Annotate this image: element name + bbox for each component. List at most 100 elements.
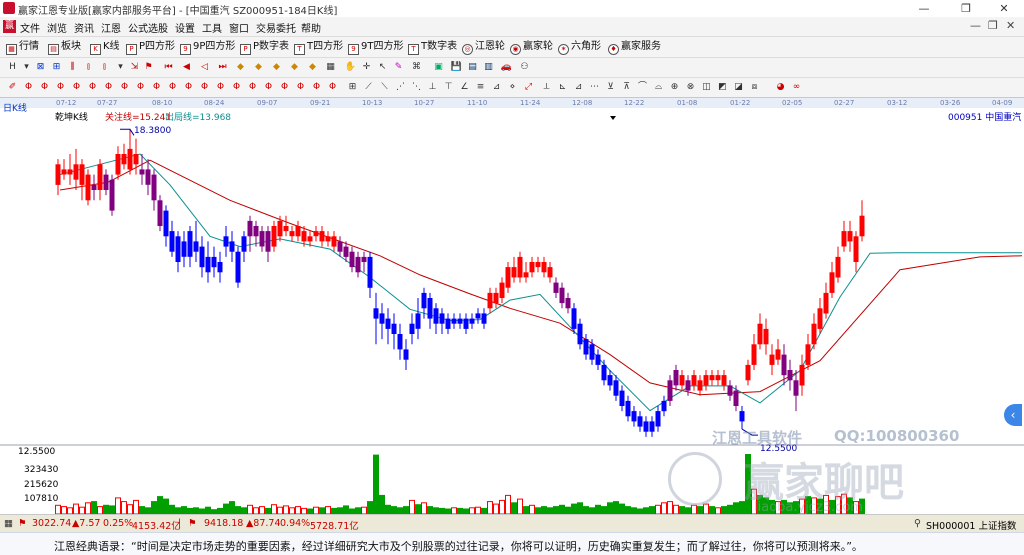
diamond2-icon[interactable]: ◆ xyxy=(252,61,265,74)
line15-icon[interactable]: ⋯ xyxy=(588,81,601,94)
menu-file[interactable]: 文件 xyxy=(20,20,40,35)
line20-icon[interactable]: ⊕ xyxy=(668,81,681,94)
mdi-restore-button[interactable]: ❐ xyxy=(988,19,998,32)
phi1-icon[interactable]: Φ xyxy=(22,81,35,94)
side-expand-button[interactable]: ‹ xyxy=(1004,404,1022,426)
line7-icon[interactable]: ∠ xyxy=(458,81,471,94)
line25-icon[interactable]: ⧈ xyxy=(748,81,761,94)
diamond1-icon[interactable]: ◆ xyxy=(234,61,247,74)
gann-grid-icon[interactable]: ⊞ xyxy=(346,81,359,94)
phi15-icon[interactable]: Φ xyxy=(246,81,259,94)
line12-icon[interactable]: ⟂ xyxy=(540,81,553,94)
diamond4-icon[interactable]: ◆ xyxy=(288,61,301,74)
line9-icon[interactable]: ⊿ xyxy=(490,81,503,94)
line5-icon[interactable]: ⊥ xyxy=(426,81,439,94)
multi-icon[interactable]: ⌘ xyxy=(410,61,423,74)
line21-icon[interactable]: ⊗ xyxy=(684,81,697,94)
tb-t-table[interactable]: T T数字表 xyxy=(408,40,457,55)
people-icon[interactable]: ⚇ xyxy=(518,61,531,74)
step-icon[interactable]: ⏭ xyxy=(216,61,229,74)
phi5-icon[interactable]: Φ xyxy=(86,81,99,94)
tb-p-square[interactable]: P P四方形 xyxy=(126,40,175,55)
phi9-icon[interactable]: Φ xyxy=(150,81,163,94)
hand-icon[interactable]: ✋ xyxy=(344,61,357,74)
phi16-icon[interactable]: Φ xyxy=(262,81,275,94)
cross-icon[interactable]: ✛ xyxy=(360,61,373,74)
line17-icon[interactable]: ⊼ xyxy=(620,81,633,94)
tb-t-square[interactable]: T T四方形 xyxy=(294,40,343,55)
phi20-icon[interactable]: Φ xyxy=(326,81,339,94)
candle2-icon[interactable]: ⫾ xyxy=(98,61,111,74)
phi6-icon[interactable]: Φ xyxy=(102,81,115,94)
menu-gann[interactable]: 江恩 xyxy=(101,20,121,35)
phi7-icon[interactable]: Φ xyxy=(118,81,131,94)
pen-icon[interactable]: ✐ xyxy=(6,81,19,94)
line11-icon[interactable]: ⤢ xyxy=(522,81,535,94)
line8-icon[interactable]: ≡ xyxy=(474,81,487,94)
diamond5-icon[interactable]: ◆ xyxy=(306,61,319,74)
phi18-icon[interactable]: Φ xyxy=(294,81,307,94)
line1-icon[interactable]: ⟋ xyxy=(362,81,375,94)
phi8-icon[interactable]: Φ xyxy=(134,81,147,94)
prev-icon[interactable]: ◀ xyxy=(180,61,193,74)
mdi-minimize-button[interactable]: — xyxy=(970,19,981,32)
save-icon[interactable]: 💾 xyxy=(450,61,463,74)
line18-icon[interactable]: ⌒ xyxy=(636,81,649,94)
menu-browse[interactable]: 浏览 xyxy=(47,20,67,35)
paint-icon[interactable]: ✎ xyxy=(392,61,405,74)
line6-icon[interactable]: ⊤ xyxy=(442,81,455,94)
grid2-icon[interactable]: ▦ xyxy=(324,61,337,74)
menu-window[interactable]: 窗口 xyxy=(229,20,249,35)
tb-kline[interactable]: K K线 xyxy=(90,40,120,55)
menu-tools[interactable]: 工具 xyxy=(202,20,222,35)
menu-settings[interactable]: 设置 xyxy=(175,20,195,35)
candle-icon[interactable]: ⫾ xyxy=(82,61,95,74)
minimize-button[interactable]: — xyxy=(904,0,944,17)
line16-icon[interactable]: ⊻ xyxy=(604,81,617,94)
disk-icon[interactable]: ▤ xyxy=(466,61,479,74)
phi19-icon[interactable]: Φ xyxy=(310,81,323,94)
line10-icon[interactable]: ⋄ xyxy=(506,81,519,94)
phi12-icon[interactable]: Φ xyxy=(198,81,211,94)
phi3-icon[interactable]: Φ xyxy=(54,81,67,94)
flag-icon[interactable]: ⚑ xyxy=(142,61,155,74)
tb-9p-square[interactable]: 9 9P四方形 xyxy=(180,40,235,55)
cursor-icon[interactable]: ↖ xyxy=(376,61,389,74)
gann-line-icon[interactable]: ⇲ xyxy=(128,61,141,74)
tb-sector[interactable]: ▤ 板块 xyxy=(48,40,81,55)
line19-icon[interactable]: ⌓ xyxy=(652,81,665,94)
menu-help[interactable]: 帮助 xyxy=(301,20,321,35)
grid-icon[interactable]: ⊞ xyxy=(50,61,63,74)
tb-9t-square[interactable]: 9 9T四方形 xyxy=(348,40,403,55)
dropdown2-icon[interactable]: ▾ xyxy=(114,61,127,74)
phi14-icon[interactable]: Φ xyxy=(230,81,243,94)
gann-fan-icon[interactable]: ⊠ xyxy=(34,61,47,74)
line14-icon[interactable]: ⊿ xyxy=(572,81,585,94)
mdi-close-button[interactable]: ✕ xyxy=(1006,19,1015,32)
diamond3-icon[interactable]: ◆ xyxy=(270,61,283,74)
tb-p-table[interactable]: P P数字表 xyxy=(240,40,289,55)
first-icon[interactable]: ⏮ xyxy=(162,61,175,74)
menu-trade[interactable]: 交易委托 xyxy=(256,20,296,35)
infinity-icon[interactable]: ∞ xyxy=(790,81,803,94)
maximize-button[interactable]: ❐ xyxy=(946,0,986,17)
tb-gann-wheel[interactable]: ◎ 江恩轮 xyxy=(462,40,505,55)
back-icon[interactable]: ◁ xyxy=(198,61,211,74)
status-menu-icon[interactable]: ▦ xyxy=(4,518,13,529)
line13-icon[interactable]: ⊾ xyxy=(556,81,569,94)
tb-quotes[interactable]: ▦ 行情 xyxy=(6,40,39,55)
calc-icon[interactable]: ▣ xyxy=(432,61,445,74)
menu-news[interactable]: 资讯 xyxy=(74,20,94,35)
line2-icon[interactable]: ⟍ xyxy=(378,81,391,94)
phi13-icon[interactable]: Φ xyxy=(214,81,227,94)
table-icon[interactable]: ▥ xyxy=(482,61,495,74)
phi11-icon[interactable]: Φ xyxy=(182,81,195,94)
status-right-label[interactable]: SH000001 上证指数 xyxy=(926,518,1016,532)
line24-icon[interactable]: ◪ xyxy=(732,81,745,94)
period-icon[interactable]: H xyxy=(6,61,19,74)
bar-icon[interactable]: ⫼ xyxy=(66,61,79,74)
close-button[interactable]: ✕ xyxy=(984,0,1024,17)
line4-icon[interactable]: ⋱ xyxy=(410,81,423,94)
dropdown-icon[interactable]: ▾ xyxy=(20,61,33,74)
phi17-icon[interactable]: Φ xyxy=(278,81,291,94)
